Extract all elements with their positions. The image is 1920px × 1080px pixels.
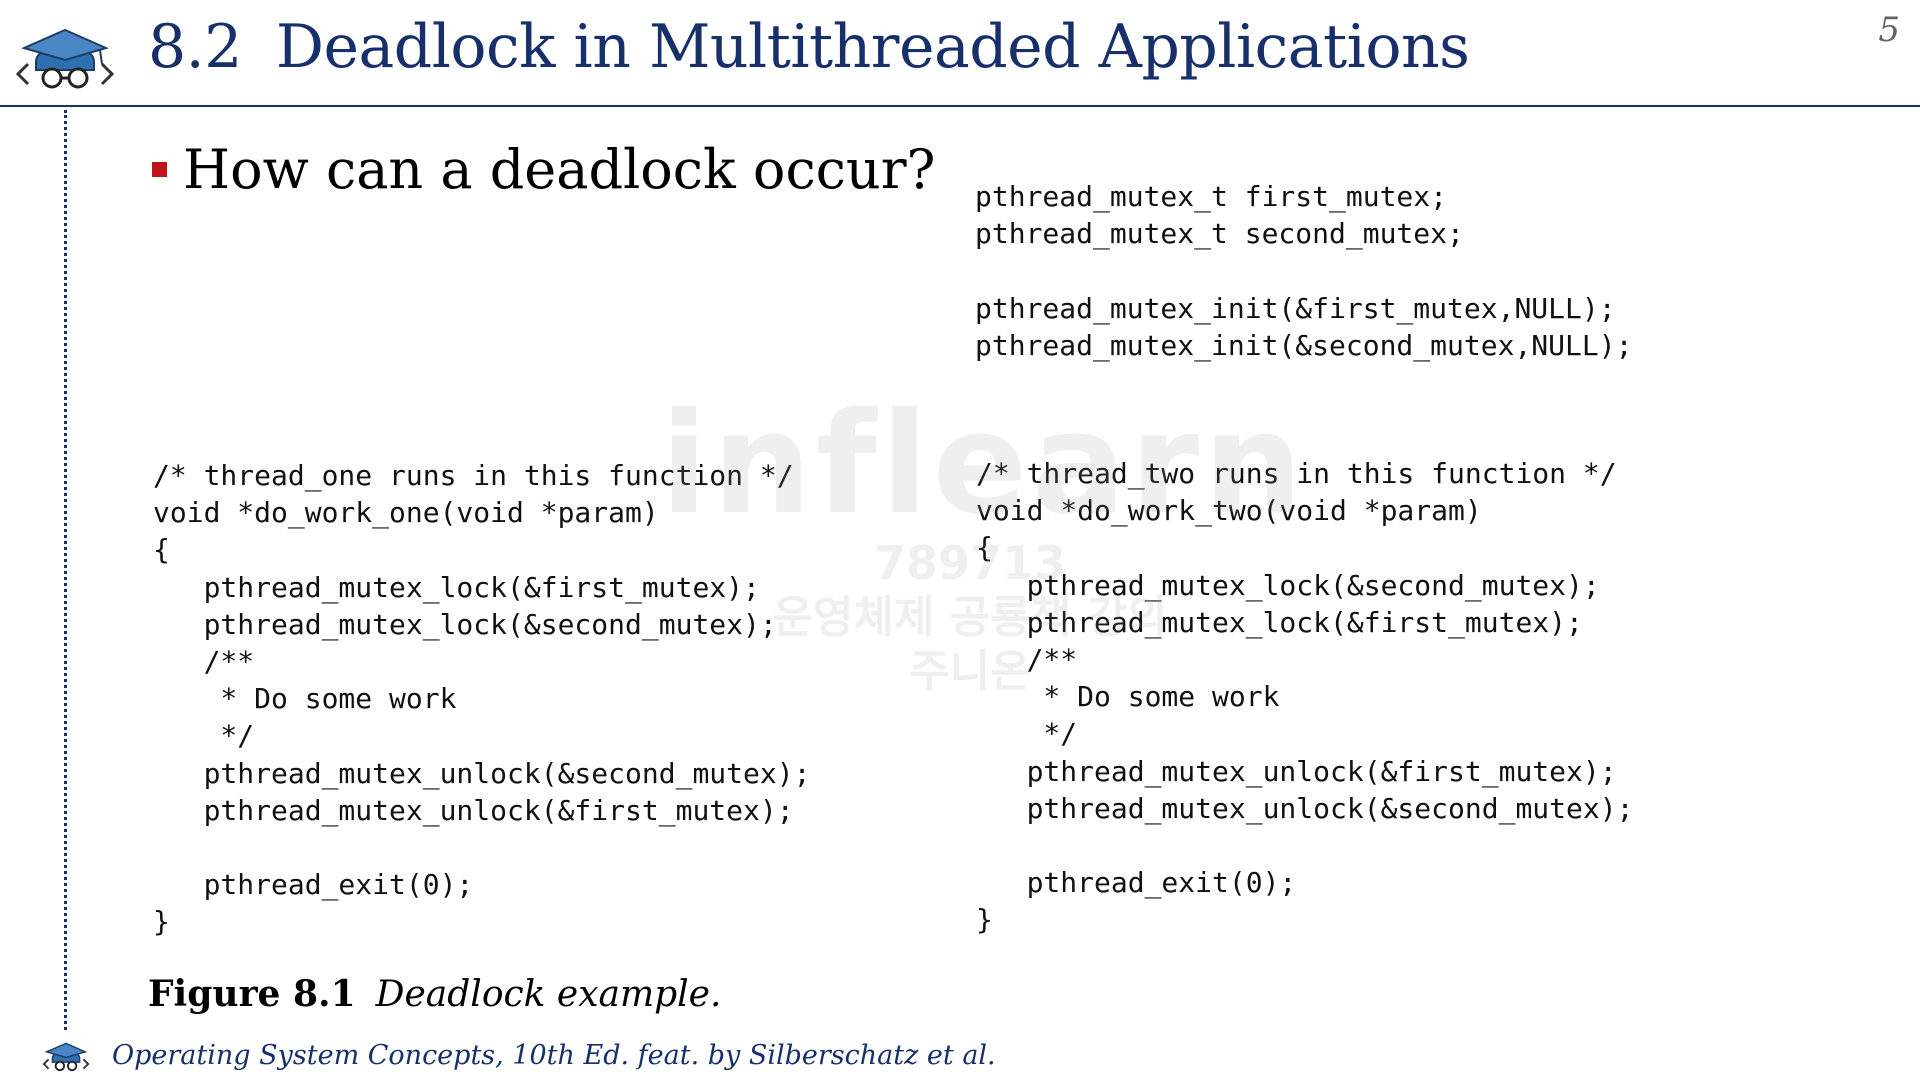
thread-two-code-line: pthread_mutex_lock(&first_mutex); [976, 605, 1583, 639]
thread-one-code-line: * Do some work [153, 682, 457, 716]
thread-two-code-line: * Do some work [976, 680, 1280, 714]
thread-one-code-line: pthread_mutex_lock(&first_mutex); [153, 570, 760, 604]
thread-two-code-line: /* thread_two runs in this function */ [976, 457, 1617, 490]
thread-one-code-line: pthread_mutex_unlock(&second_mutex); [153, 756, 811, 790]
graduate-cap-logo-icon [15, 28, 115, 89]
header-divider [0, 105, 1920, 107]
thread-one-code-line: */ [153, 719, 255, 753]
thread-two-code-line: pthread_mutex_lock(&second_mutex); [976, 568, 1600, 602]
left-dotted-rule [64, 110, 67, 1030]
thread-two-code-line: } [976, 903, 993, 937]
thread-two-code-line: void *do_work_two(void *param) [976, 494, 1482, 528]
thread-one-code-line: { [153, 533, 170, 567]
declaration-line: pthread_mutex_t second_mutex; [975, 217, 1464, 251]
thread-one-code-line: /* thread_one runs in this function */ [153, 459, 794, 492]
figure-caption-text: Deadlock example. [375, 974, 722, 1015]
thread-two-code: /* thread_two runs in this function */ v… [976, 455, 1633, 939]
figure-label: Figure 8.1 [148, 973, 356, 1015]
figure-caption: Figure 8.1 Deadlock example. [148, 973, 721, 1015]
thread-one-code-line: pthread_exit(0); [153, 868, 474, 902]
footer-citation: Operating System Concepts, 10th Ed. feat… [112, 1040, 996, 1071]
thread-two-code-line: pthread_mutex_unlock(&first_mutex); [976, 754, 1617, 788]
thread-one-code-line: void *do_work_one(void *param) [153, 496, 659, 530]
page-number: 5 [1878, 10, 1900, 50]
thread-one-code-line: } [153, 905, 170, 939]
thread-two-code-line: { [976, 531, 993, 565]
thread-two-code-line: pthread_exit(0); [976, 866, 1297, 900]
thread-one-code: /* thread_one runs in this function */ v… [153, 457, 810, 941]
declaration-line: pthread_mutex_init(&second_mutex,NULL); [975, 328, 1633, 362]
mutex-declarations-code: pthread_mutex_t first_mutex; pthread_mut… [975, 178, 1632, 364]
thread-one-code-line: /** [153, 645, 255, 679]
bullet-square-icon [152, 162, 167, 177]
section-number: 8.2 [148, 12, 242, 82]
declaration-line: pthread_mutex_init(&first_mutex,NULL); [975, 291, 1616, 325]
slide-title: 8.2 Deadlock in Multithreaded Application… [148, 12, 1470, 82]
slide-header: 8.2 Deadlock in Multithreaded Application… [0, 0, 1920, 108]
title-text: Deadlock in Multithreaded Applications [275, 12, 1470, 82]
thread-one-code-line: pthread_mutex_unlock(&first_mutex); [153, 793, 794, 827]
thread-two-code-line: /** [976, 643, 1078, 677]
declaration-line: pthread_mutex_t first_mutex; [975, 180, 1448, 213]
footer-logo-icon [42, 1042, 90, 1072]
thread-one-code-line: pthread_mutex_lock(&second_mutex); [153, 607, 777, 641]
thread-two-code-line: pthread_mutex_unlock(&second_mutex); [976, 791, 1634, 825]
thread-two-code-line: */ [976, 717, 1078, 751]
bullet-question: How can a deadlock occur? [183, 138, 936, 201]
